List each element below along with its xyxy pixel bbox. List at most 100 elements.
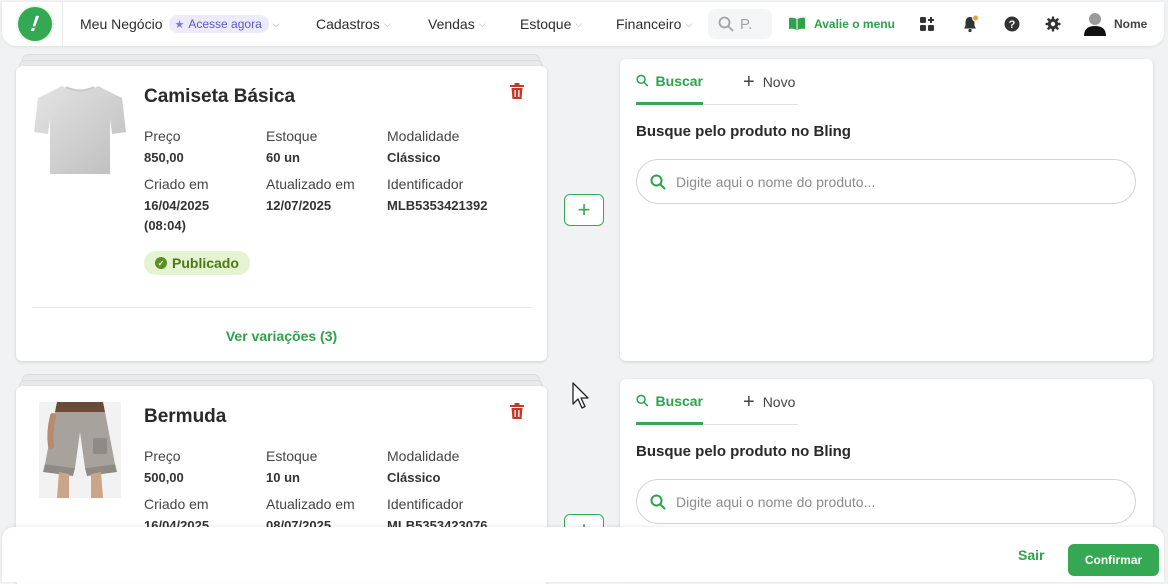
stock-label: Estoque — [266, 128, 318, 144]
search-icon — [718, 16, 734, 32]
shorts-image — [39, 402, 121, 498]
stock-field: Estoque 60 un — [266, 128, 317, 168]
panel-tabs: Buscar + Novo — [636, 379, 798, 425]
menu-cadastros-label: Cadastros — [316, 16, 380, 32]
delete-trash-icon[interactable] — [509, 82, 525, 100]
price-label: Preço — [144, 128, 181, 144]
identifier-label: Identificador — [387, 496, 464, 512]
updated-label: Atualizado em — [266, 496, 355, 512]
created-label: Criado em — [144, 496, 209, 512]
tab-novo-label: Novo — [762, 74, 796, 90]
product-card: Camiseta Básica Preço 850,00 Estoque 60 … — [16, 66, 547, 361]
search-icon — [636, 394, 649, 407]
price-field: Preço 500,00 — [144, 448, 184, 488]
plus-icon: + — [577, 197, 591, 222]
tab-buscar[interactable]: Buscar — [636, 59, 703, 105]
mode-value: Clássico — [387, 150, 441, 165]
chevron-down-icon: ⌵ — [685, 18, 693, 29]
global-search-input[interactable]: P. — [708, 9, 772, 39]
global-search-placeholder: P. — [740, 15, 753, 33]
top-navigation-bar: ! Meu Negócio ★ Acesse agora ⌵ Cadastros… — [2, 2, 1164, 46]
panel-title: Busque pelo produto no Bling — [636, 443, 851, 460]
tab-buscar-label: Buscar — [655, 72, 703, 89]
exit-button[interactable]: Sair — [1018, 527, 1044, 582]
panel-tabs: Buscar + Novo — [636, 59, 798, 105]
mouse-cursor-icon — [572, 382, 592, 415]
menu-financeiro[interactable]: Financeiro ⌵ — [616, 2, 692, 46]
product-search-input[interactable] — [676, 173, 1106, 190]
view-variations-link[interactable]: Ver variações (3) — [16, 328, 547, 344]
bling-logo[interactable]: ! — [18, 7, 52, 41]
mode-value: Clássico — [387, 470, 441, 485]
status-badge: ✓ Publicado — [144, 251, 250, 275]
search-icon — [650, 494, 666, 509]
confirm-button[interactable]: Confirmar — [1068, 544, 1159, 576]
help-icon[interactable]: ? — [1002, 14, 1022, 34]
link-product-button[interactable]: + — [564, 194, 604, 226]
identifier-label: Identificador — [387, 176, 464, 192]
settings-gear-icon[interactable] — [1043, 14, 1063, 34]
tab-novo[interactable]: + Novo — [743, 379, 795, 425]
chevron-down-icon: ⌵ — [575, 18, 583, 29]
star-icon: ★ — [174, 18, 185, 31]
divider — [32, 307, 531, 308]
delete-trash-icon[interactable] — [509, 402, 525, 420]
user-name[interactable]: Nome — [1114, 2, 1147, 46]
mode-label: Modalidade — [387, 128, 460, 144]
business-label: Meu Negócio — [80, 16, 163, 32]
search-icon — [650, 174, 666, 189]
svg-text:?: ? — [1009, 19, 1016, 31]
mode-field: Modalidade Clássico — [387, 448, 459, 488]
product-search-input[interactable] — [676, 493, 1106, 510]
chevron-down-icon: ⌵ — [383, 18, 391, 29]
logo-glyph: ! — [29, 11, 41, 36]
business-menu[interactable]: Meu Negócio ★ Acesse agora ⌵ — [80, 2, 280, 46]
nav-divider — [62, 2, 63, 46]
search-icon — [636, 74, 649, 87]
tab-novo[interactable]: + Novo — [743, 59, 795, 105]
product-image — [32, 402, 128, 498]
menu-estoque-label: Estoque — [520, 16, 572, 32]
rate-menu-label: Avalie o menu — [814, 17, 895, 31]
menu-estoque[interactable]: Estoque ⌵ — [520, 2, 582, 46]
chevron-down-icon: ⌵ — [272, 18, 280, 29]
price-value: 500,00 — [144, 470, 184, 485]
book-icon — [789, 17, 805, 30]
apps-icon[interactable] — [917, 14, 937, 34]
menu-vendas-label: Vendas — [428, 16, 475, 32]
user-avatar[interactable] — [1084, 12, 1106, 36]
product-title: Bermuda — [144, 406, 227, 427]
updated-field: Atualizado em 12/07/2025 — [266, 176, 355, 216]
updated-value: 12/07/2025 — [266, 198, 332, 213]
updated-label: Atualizado em — [266, 176, 355, 192]
menu-cadastros[interactable]: Cadastros ⌵ — [316, 2, 391, 46]
price-field: Preço 850,00 — [144, 128, 184, 168]
created-date: 16/04/2025 — [144, 198, 210, 213]
created-time: (08:04) — [144, 218, 186, 233]
plus-icon: + — [743, 70, 755, 93]
created-field: Criado em 16/04/2025 (08:04) — [144, 176, 209, 236]
access-now-label: Acesse agora — [188, 17, 262, 31]
product-search-field[interactable] — [636, 159, 1136, 204]
stock-field: Estoque 10 un — [266, 448, 317, 488]
stock-value: 10 un — [266, 470, 300, 485]
identifier-field: Identificador MLB5353421392 — [387, 176, 487, 216]
chevron-down-icon: ⌵ — [478, 18, 486, 29]
product-image — [32, 80, 128, 176]
access-now-pill[interactable]: ★ Acesse agora — [168, 15, 269, 33]
product-search-field[interactable] — [636, 479, 1136, 524]
created-label: Criado em — [144, 176, 209, 192]
menu-vendas[interactable]: Vendas ⌵ — [428, 2, 486, 46]
notifications-bell-icon[interactable] — [960, 14, 980, 34]
check-circle-icon: ✓ — [155, 257, 167, 269]
product-search-panel: Buscar + Novo Busque pelo produto no Bli… — [620, 59, 1153, 361]
price-label: Preço — [144, 448, 181, 464]
status-label: Publicado — [172, 255, 239, 271]
tab-novo-label: Novo — [762, 394, 796, 410]
plus-icon: + — [743, 390, 755, 413]
panel-title: Busque pelo produto no Bling — [636, 123, 851, 140]
rate-menu-button[interactable]: Avalie o menu — [788, 2, 895, 46]
price-value: 850,00 — [144, 150, 184, 165]
tab-buscar[interactable]: Buscar — [636, 379, 703, 425]
stock-label: Estoque — [266, 448, 318, 464]
